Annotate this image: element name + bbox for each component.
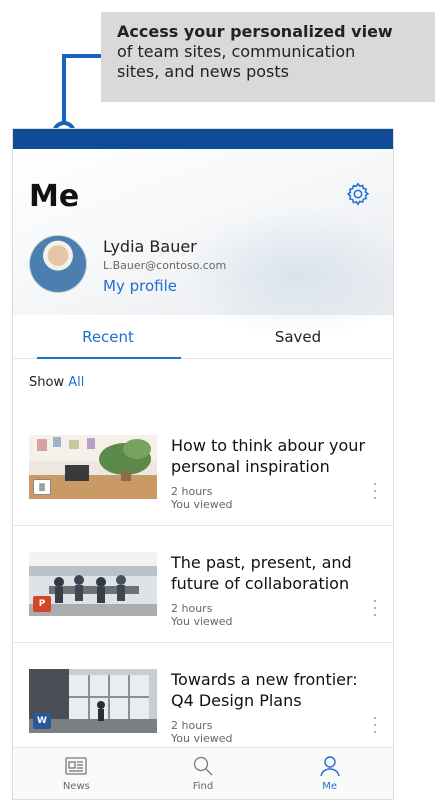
my-profile-link[interactable]: My profile <box>103 276 226 296</box>
list-item[interactable]: P The past, present, and future of colla… <box>13 526 393 643</box>
profile-header: Me Lydia Bauer L.Bauer@contoso.com My pr… <box>13 149 393 339</box>
more-options-icon[interactable] <box>373 600 377 620</box>
user-info: Lydia Bauer L.Bauer@contoso.com My profi… <box>103 237 226 296</box>
page-title: Me <box>29 179 80 214</box>
word-icon: W <box>33 713 51 729</box>
nav-item-find[interactable]: Find <box>140 748 267 799</box>
news-icon <box>65 757 87 775</box>
more-options-icon[interactable] <box>373 717 377 737</box>
filter-label: Show <box>29 375 65 390</box>
nav-label-me: Me <box>322 781 338 792</box>
item-thumbnail: ≣ <box>29 435 157 499</box>
nav-item-me[interactable]: Me <box>266 748 393 799</box>
top-app-bar <box>13 129 393 149</box>
item-meta: 2 hours You viewed <box>171 602 233 628</box>
list-item[interactable]: ≣ How to think abour your personal inspi… <box>13 409 393 526</box>
item-thumbnail: W <box>29 669 157 733</box>
item-meta: 2 hours You viewed <box>171 485 233 511</box>
callout-box: Access your personalized view of team si… <box>101 12 435 102</box>
nav-label-news: News <box>62 781 90 792</box>
tab-recent[interactable]: Recent <box>13 315 203 358</box>
callout-text-line2: sites, and news posts <box>117 62 289 81</box>
callout-connector-horizontal <box>62 54 101 58</box>
tab-bar: Recent Saved <box>13 315 393 359</box>
list-item[interactable]: W Towards a new frontier: Q4 Design Plan… <box>13 643 393 760</box>
powerpoint-icon: P <box>33 596 51 612</box>
news-icon: ≣ <box>33 479 51 495</box>
nav-label-find: Find <box>192 781 214 792</box>
item-title: Towards a new frontier: Q4 Design Plans <box>171 670 358 710</box>
filter-row: Show All <box>13 359 393 409</box>
more-options-icon[interactable] <box>373 483 377 503</box>
tab-saved[interactable]: Saved <box>203 315 393 358</box>
person-icon <box>319 756 340 777</box>
avatar[interactable] <box>29 235 87 293</box>
filter-all-link[interactable]: All <box>68 375 84 390</box>
callout-title: Access your personalized view <box>117 22 393 41</box>
user-name: Lydia Bauer <box>103 237 197 256</box>
user-email: L.Bauer@contoso.com <box>103 259 227 272</box>
bottom-navigation: News Find Me <box>13 747 393 799</box>
active-tab-indicator <box>37 357 181 359</box>
item-meta: 2 hours You viewed <box>171 719 233 745</box>
item-thumbnail: P <box>29 552 157 616</box>
search-icon <box>193 756 213 776</box>
item-title: How to think abour your personal inspira… <box>171 436 366 476</box>
callout-text-line1: of team sites, communication <box>117 42 356 61</box>
nav-item-news[interactable]: News <box>13 748 140 799</box>
phone-screen: Me Lydia Bauer L.Bauer@contoso.com My pr… <box>12 128 394 800</box>
gear-icon[interactable] <box>345 181 371 207</box>
item-title: The past, present, and future of collabo… <box>171 553 352 593</box>
